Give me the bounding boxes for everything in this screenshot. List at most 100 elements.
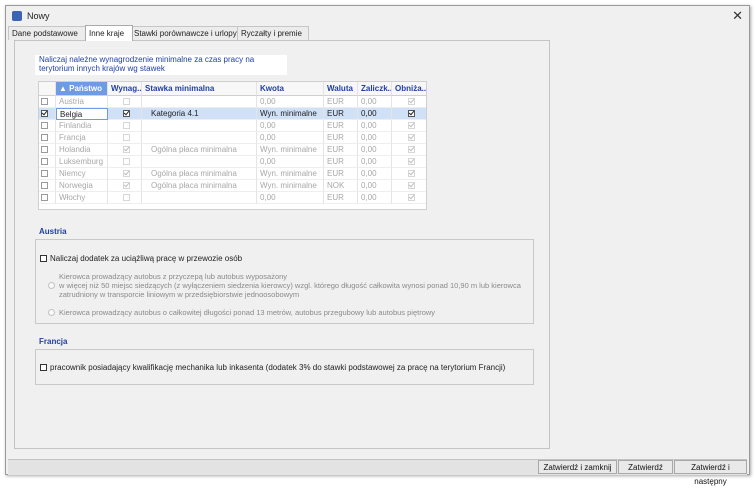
grid-checkbox[interactable] <box>122 122 130 129</box>
row-include-checkbox[interactable] <box>41 110 48 117</box>
grid-checkbox[interactable] <box>407 182 415 189</box>
francja-mechanic-checkbox[interactable] <box>40 364 47 372</box>
cell-stawka[interactable]: Ogólna płaca minimalna <box>142 168 257 180</box>
cell-zaliczka[interactable]: 0,00 <box>358 132 392 144</box>
row-include-checkbox[interactable] <box>41 98 48 105</box>
grid-checkbox[interactable] <box>407 170 415 177</box>
table-row[interactable]: Francja 0,00 EUR 0,00 <box>39 132 426 144</box>
cell-obniza-checkbox[interactable] <box>392 132 426 144</box>
cell-kwota[interactable]: Wyn. minimalne <box>257 180 324 192</box>
cell-waluta[interactable]: EUR <box>324 120 358 132</box>
grid-checkbox[interactable] <box>122 182 130 189</box>
cell-obniza-checkbox[interactable] <box>392 108 426 120</box>
cell-wynagrodzenie-checkbox[interactable] <box>108 156 142 168</box>
cell-wynagrodzenie-checkbox[interactable] <box>108 120 142 132</box>
tab-inne-kraje[interactable]: Inne kraje <box>85 25 133 41</box>
cell-panstwo[interactable]: Belgia <box>56 108 108 120</box>
cell-zaliczka[interactable]: 0,00 <box>358 168 392 180</box>
table-row[interactable]: Holandia Ogólna płaca minimalna Wyn. minim… <box>39 144 426 156</box>
confirm-next-button[interactable]: Zatwierdź i następny <box>674 460 747 486</box>
cell-waluta[interactable]: EUR <box>324 168 358 180</box>
row-include-checkbox[interactable] <box>41 158 48 165</box>
table-row[interactable]: Niemcy Ogólna płaca minimalna Wyn. minimal… <box>39 168 426 180</box>
cell-wynagrodzenie-checkbox[interactable] <box>108 144 142 156</box>
row-include-checkbox[interactable] <box>41 146 48 153</box>
close-icon[interactable]: ✕ <box>732 8 743 24</box>
row-include-checkbox[interactable] <box>41 134 48 141</box>
francja-mechanic-row[interactable]: pracownik posiadający kwalifikację mecha… <box>40 363 505 372</box>
cell-kwota[interactable]: 0,00 <box>257 120 324 132</box>
cell-waluta[interactable]: EUR <box>324 144 358 156</box>
tab-dane-podstawowe[interactable]: Dane podstawowe <box>8 26 88 40</box>
cell-zaliczka[interactable]: 0,00 <box>358 120 392 132</box>
cell-panstwo[interactable]: Włochy <box>56 192 108 204</box>
cell-wynagrodzenie-checkbox[interactable] <box>108 96 142 108</box>
cell-panstwo[interactable]: Norwegia <box>56 180 108 192</box>
cell-obniza-checkbox[interactable] <box>392 168 426 180</box>
cell-kwota[interactable]: 0,00 <box>257 192 324 204</box>
austria-option-1[interactable]: Kierowca prowadzący autobus z przyczepą … <box>48 272 534 302</box>
row-include-checkbox[interactable] <box>41 182 48 189</box>
cell-obniza-checkbox[interactable] <box>392 156 426 168</box>
row-select-checkbox[interactable] <box>39 132 56 144</box>
column-header-obniza[interactable]: Obniża... <box>392 82 426 96</box>
cell-kwota[interactable]: 0,00 <box>257 96 324 108</box>
row-select-checkbox[interactable] <box>39 144 56 156</box>
cell-panstwo[interactable]: Holandia <box>56 144 108 156</box>
austria-option-1-radio[interactable] <box>48 282 55 289</box>
row-select-checkbox[interactable] <box>39 156 56 168</box>
austria-surcharge-row[interactable]: Naliczaj dodatek za uciążliwą pracę w pr… <box>40 254 242 263</box>
cell-panstwo[interactable]: Finlandia <box>56 120 108 132</box>
cell-zaliczka[interactable]: 0,00 <box>358 108 392 120</box>
cell-zaliczka[interactable]: 0,00 <box>358 192 392 204</box>
cell-obniza-checkbox[interactable] <box>392 96 426 108</box>
column-header-panstwo[interactable]: ▲ Państwo <box>56 82 108 96</box>
cell-zaliczka[interactable]: 0,00 <box>358 144 392 156</box>
austria-surcharge-checkbox[interactable] <box>40 255 47 263</box>
column-header-select[interactable] <box>39 82 56 96</box>
cell-obniza-checkbox[interactable] <box>392 120 426 132</box>
grid-checkbox[interactable] <box>122 158 130 165</box>
table-row[interactable]: Belgia Kategoria 4.1 Wyn. minimalne EUR 0,00 <box>39 108 426 120</box>
cell-kwota[interactable]: 0,00 <box>257 156 324 168</box>
confirm-close-button[interactable]: Zatwierdź i zamknij <box>538 460 617 474</box>
table-row[interactable]: Finlandia 0,00 EUR 0,00 <box>39 120 426 132</box>
row-select-checkbox[interactable] <box>39 108 56 120</box>
cell-wynagrodzenie-checkbox[interactable] <box>108 192 142 204</box>
cell-obniza-checkbox[interactable] <box>392 144 426 156</box>
column-header-zaliczka[interactable]: Zaliczk... <box>358 82 392 96</box>
grid-checkbox[interactable] <box>407 134 415 141</box>
cell-stawka[interactable]: Kategoria 4.1 <box>142 108 257 120</box>
grid-checkbox[interactable] <box>122 98 130 105</box>
cell-wynagrodzenie-checkbox[interactable] <box>108 168 142 180</box>
cell-stawka[interactable] <box>142 192 257 204</box>
cell-stawka[interactable] <box>142 120 257 132</box>
grid-checkbox[interactable] <box>407 146 415 153</box>
row-select-checkbox[interactable] <box>39 192 56 204</box>
table-row[interactable]: Luksemburg 0,00 EUR 0,00 <box>39 156 426 168</box>
row-select-checkbox[interactable] <box>39 180 56 192</box>
cell-kwota[interactable]: 0,00 <box>257 132 324 144</box>
cell-kwota[interactable]: Wyn. minimalne <box>257 108 324 120</box>
confirm-button[interactable]: Zatwierdź <box>618 460 673 474</box>
grid-checkbox[interactable] <box>122 170 130 177</box>
table-row[interactable]: Norwegia Ogólna płaca minimalna Wyn. minim… <box>39 180 426 192</box>
row-include-checkbox[interactable] <box>41 194 48 201</box>
grid-checkbox[interactable] <box>407 110 415 117</box>
grid-checkbox[interactable] <box>407 194 415 201</box>
column-header-kwota[interactable]: Kwota <box>257 82 324 96</box>
row-include-checkbox[interactable] <box>41 170 48 177</box>
grid-checkbox[interactable] <box>122 110 130 117</box>
cell-waluta[interactable]: EUR <box>324 192 358 204</box>
tab-stawki-porownawcze[interactable]: Stawki porównawcze i urlopy <box>130 26 240 40</box>
cell-stawka[interactable] <box>142 156 257 168</box>
cell-waluta[interactable]: EUR <box>324 96 358 108</box>
column-header-stawka[interactable]: Stawka minimalna <box>142 82 257 96</box>
cell-panstwo[interactable]: Francja <box>56 132 108 144</box>
tab-ryczalty-premie[interactable]: Ryczałty i premie <box>237 26 309 40</box>
grid-checkbox[interactable] <box>122 194 130 201</box>
cell-stawka[interactable] <box>142 132 257 144</box>
cell-stawka[interactable]: Ogólna płaca minimalna <box>142 180 257 192</box>
grid-checkbox[interactable] <box>122 134 130 141</box>
cell-zaliczka[interactable]: 0,00 <box>358 156 392 168</box>
